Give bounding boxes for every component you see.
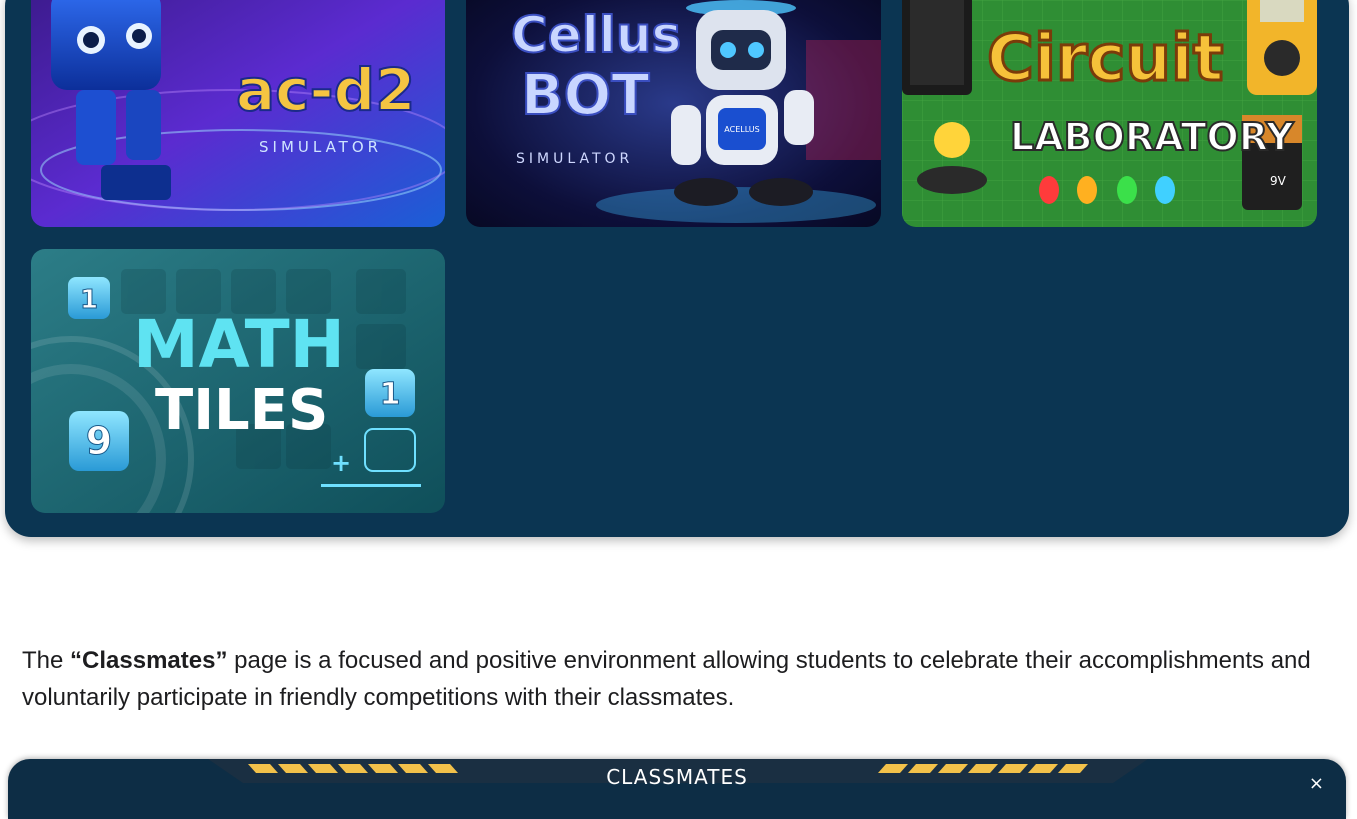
classmates-panel: CLASSMATES × [8, 759, 1346, 819]
game-tile-acd2[interactable]: ac-d2 SIMULATOR [31, 0, 445, 227]
circuit-title-line1: Circuit [987, 22, 1224, 96]
math-tile-c: 1 [380, 377, 401, 412]
close-icon[interactable]: × [1309, 773, 1324, 794]
math-tile-a: 1 [80, 285, 98, 315]
cellus-title-line2: BOT [521, 63, 650, 128]
acd2-subtitle: SIMULATOR [259, 138, 382, 156]
description-prefix: The [22, 647, 71, 674]
description-highlight: “Classmates” [70, 647, 228, 674]
game-tile-circuit-laboratory[interactable]: 9V Circuit LABORATORY [902, 0, 1317, 227]
cellus-badge: ACELLUS [724, 125, 759, 134]
math-title-line1: MATH [133, 306, 345, 383]
classmates-title: CLASSMATES [606, 765, 748, 789]
cellus-title-line1: Cellus [511, 6, 681, 64]
game-tile-math-tiles[interactable]: 1 9 1 + MATH TILES [31, 249, 445, 513]
cellus-subtitle: SIMULATOR [516, 151, 633, 167]
math-title-line2: TILES [155, 378, 328, 443]
battery-label: 9V [1270, 174, 1287, 188]
acd2-title: ac-d2 [236, 56, 415, 124]
games-panel: ac-d2 SIMULATOR ACELLUS Cellus BOT SIMUL… [5, 0, 1349, 537]
math-operator: + [331, 449, 351, 477]
math-tile-b: 9 [86, 419, 112, 463]
circuit-title-line2: LABORATORY [1010, 115, 1294, 159]
game-tile-cellus-bot[interactable]: ACELLUS Cellus BOT SIMULATOR [466, 0, 881, 227]
classmates-description: The “Classmates” page is a focused and p… [22, 642, 1332, 716]
